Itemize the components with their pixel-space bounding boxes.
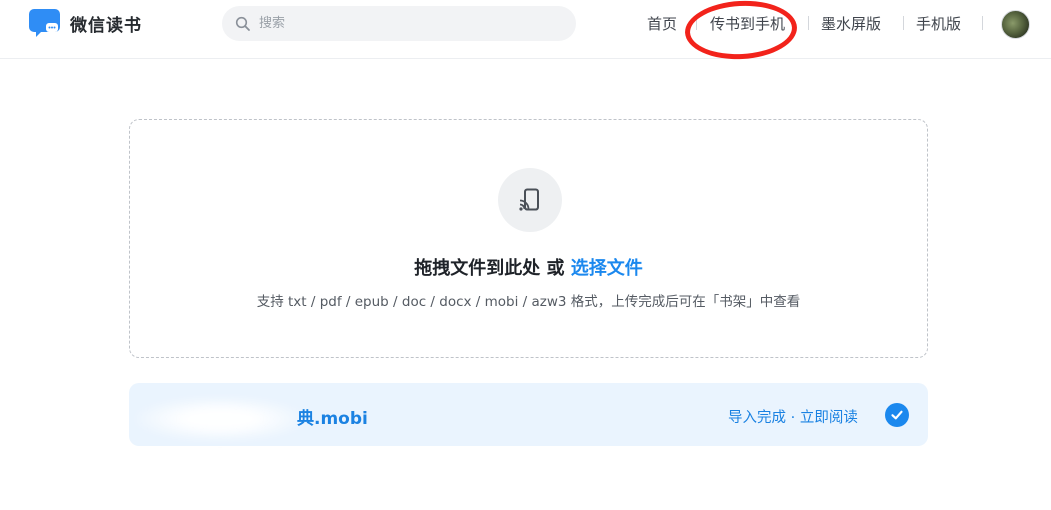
redacted-area [135, 397, 305, 441]
nav-home[interactable]: 首页 [647, 13, 677, 34]
uploaded-file-row: 典.mobi 导入完成 · 立即阅读 [129, 383, 928, 446]
search-input[interactable] [257, 15, 561, 32]
search-bar[interactable] [222, 6, 576, 41]
upload-dropzone[interactable]: 拖拽文件到此处 或 选择文件 支持 txt / pdf / epub / doc… [129, 119, 928, 358]
user-avatar[interactable] [1001, 10, 1030, 39]
checkmark-icon [891, 410, 903, 420]
app-logo[interactable]: 微信读书 [28, 8, 142, 38]
choose-file-link[interactable]: 选择文件 [571, 258, 643, 279]
status-check [885, 403, 909, 427]
import-status-link[interactable]: 导入完成 · 立即阅读 [728, 406, 858, 427]
nav-separator [903, 16, 904, 30]
weread-logo-icon [29, 9, 60, 37]
dropzone-title-text: 拖拽文件到此处 或 [414, 258, 571, 279]
file-name: 典.mobi [297, 409, 368, 429]
top-bar: 微信读书 首页 传书到手机 墨水屏版 手机版 [0, 0, 1051, 59]
dropzone-hint: 支持 txt / pdf / epub / doc / docx / mobi … [256, 294, 801, 310]
nav-separator [982, 16, 983, 30]
cast-to-phone-icon [519, 188, 539, 211]
nav-separator [808, 16, 809, 30]
search-icon [235, 16, 250, 31]
dropzone-title: 拖拽文件到此处 或 选择文件 [130, 254, 927, 280]
nav-eink[interactable]: 墨水屏版 [821, 13, 881, 34]
app-name: 微信读书 [70, 15, 142, 36]
nav-mobile[interactable]: 手机版 [916, 13, 961, 34]
upload-icon-circle [498, 168, 562, 232]
